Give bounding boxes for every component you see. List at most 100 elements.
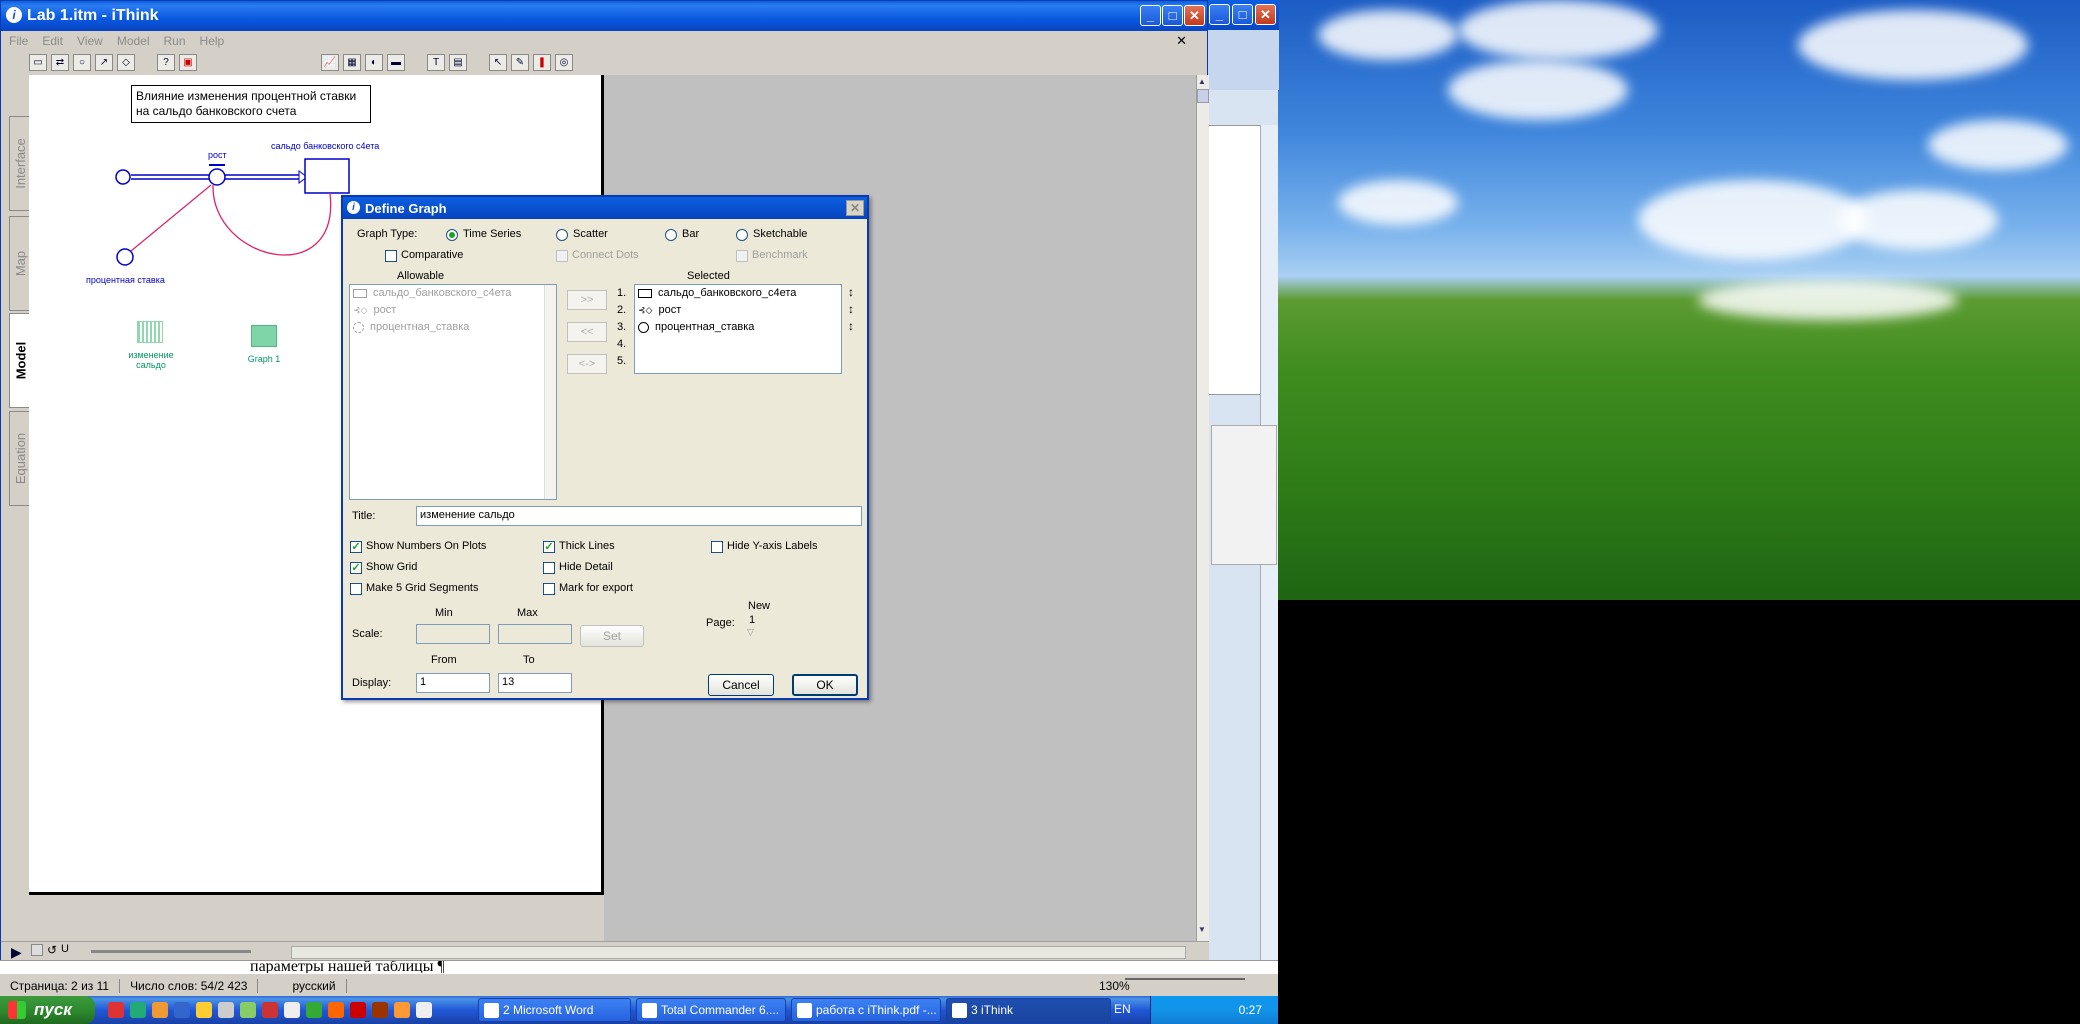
status-language[interactable]: русский [258, 978, 347, 993]
selected-list[interactable]: сальдо_банковского_с4ета ⊰◇ рост процентн… [634, 284, 842, 374]
minimize-icon[interactable]: _ [1209, 4, 1230, 25]
menu-run[interactable]: Run [164, 34, 186, 48]
tab-model[interactable]: Model [9, 313, 31, 408]
radio-time-series[interactable] [446, 229, 458, 241]
list-item[interactable]: процентная_ставка [353, 321, 469, 333]
menu-file[interactable]: File [9, 34, 28, 48]
close-icon[interactable]: ✕ [1184, 5, 1205, 26]
clock[interactable]: 0:27 [1239, 1003, 1262, 1017]
vertical-scrollbar[interactable]: ▲ ▼ [1196, 75, 1209, 941]
quicklaunch-icon[interactable] [416, 1002, 432, 1018]
stock-tool-icon[interactable]: ▭ [29, 53, 47, 71]
radio-scatter[interactable] [556, 229, 568, 241]
u-toggle-icon[interactable]: U [61, 943, 69, 955]
swap-button[interactable]: <-> [567, 354, 607, 374]
move-left-button[interactable]: << [567, 322, 607, 342]
help-tool-icon[interactable]: ? [157, 53, 175, 71]
language-indicator[interactable]: EN [1114, 1002, 1131, 1016]
page-value[interactable]: 1 [749, 614, 755, 626]
hide-detail-checkbox[interactable] [543, 562, 555, 574]
tab-map[interactable]: Map [9, 216, 31, 311]
status-page[interactable]: Страница: 2 из 11 [0, 978, 121, 993]
horizontal-scrollbar[interactable] [291, 946, 1186, 959]
graph-object-icon[interactable] [251, 325, 277, 347]
close-icon[interactable]: ✕ [846, 200, 864, 216]
menu-view[interactable]: View [77, 34, 103, 48]
quicklaunch-icon[interactable] [174, 1002, 190, 1018]
minimize-icon[interactable]: _ [1140, 5, 1161, 26]
display-to-input[interactable]: 13 [498, 673, 572, 693]
allowable-list[interactable]: сальдо_банковского_с4ета ⊰◇ рост процентн… [349, 284, 557, 500]
quicklaunch-icon[interactable] [372, 1002, 388, 1018]
menu-edit[interactable]: Edit [42, 34, 63, 48]
scale-max-input[interactable] [498, 624, 572, 644]
list-item[interactable]: сальдо_банковского_с4ета [638, 287, 796, 299]
task-total-commander[interactable]: Total Commander 6.... [636, 998, 786, 1022]
list-item[interactable]: процентная_ставка [638, 321, 754, 333]
tab-interface[interactable]: Interface [9, 116, 31, 211]
comparative-checkbox[interactable] [385, 250, 397, 262]
set-button[interactable]: Set [580, 625, 644, 647]
stop-tool-icon[interactable]: ▣ [179, 53, 197, 71]
reorder-icon[interactable]: ↕ [848, 302, 854, 316]
quicklaunch-icon[interactable] [130, 1002, 146, 1018]
move-right-button[interactable]: >> [567, 290, 607, 310]
menu-model[interactable]: Model [117, 34, 150, 48]
show-numbers-checkbox[interactable]: ✓ [350, 541, 362, 553]
menu-help[interactable]: Help [200, 34, 225, 48]
dynamite-tool-icon[interactable]: ❚ [533, 53, 551, 71]
quicklaunch-icon[interactable] [262, 1002, 278, 1018]
quicklaunch-icon[interactable] [240, 1002, 256, 1018]
ghost-tool-icon[interactable]: ◎ [555, 53, 573, 71]
task-pdf[interactable]: работа с iThink.pdf -... [791, 998, 941, 1022]
task-word[interactable]: 2 Microsoft Word [478, 998, 631, 1022]
quicklaunch-icon[interactable] [394, 1002, 410, 1018]
close-document-icon[interactable]: ✕ [1176, 33, 1187, 49]
reorder-icon[interactable]: ↕ [848, 285, 854, 299]
task-ithink[interactable]: 3 iThink [946, 998, 1111, 1022]
connect-dots-checkbox[interactable] [556, 250, 568, 262]
quicklaunch-icon[interactable] [218, 1002, 234, 1018]
quicklaunch-icon[interactable] [306, 1002, 322, 1018]
quicklaunch-icon[interactable] [284, 1002, 300, 1018]
play-icon[interactable]: ▶ [11, 944, 22, 961]
table-tool-icon[interactable]: ▦ [343, 53, 361, 71]
scroll-down-icon[interactable]: ▼ [1198, 925, 1208, 935]
graph-tool-icon[interactable]: 📈 [321, 53, 339, 71]
quicklaunch-icon[interactable] [350, 1002, 366, 1018]
show-grid-checkbox[interactable]: ✓ [350, 562, 362, 574]
converter-tool-icon[interactable]: ○ [73, 53, 91, 71]
decision-tool-icon[interactable]: ◇ [117, 53, 135, 71]
pointer-tool-icon[interactable]: ↖ [489, 53, 507, 71]
status-words[interactable]: Число слов: 54/2 423 [120, 978, 259, 993]
sector-tool-icon[interactable]: ◐ [365, 53, 383, 71]
display-from-input[interactable]: 1 [416, 673, 490, 693]
title-input[interactable]: изменение сальдо [416, 506, 862, 526]
tab-equation[interactable]: Equation [9, 411, 31, 506]
quicklaunch-icon[interactable] [328, 1002, 344, 1018]
benchmark-checkbox[interactable] [736, 250, 748, 262]
page-down-icon[interactable]: ▽ [747, 627, 754, 638]
flow-tool-icon[interactable]: ⇄ [51, 53, 69, 71]
paintbrush-tool-icon[interactable]: ✎ [511, 53, 529, 71]
model-text-note[interactable]: Влияние изменения процентной ставки на с… [131, 85, 371, 123]
scroll-thumb[interactable] [1197, 89, 1209, 103]
hide-y-labels-checkbox[interactable] [711, 541, 723, 553]
button-tool-icon[interactable]: ▬ [387, 53, 405, 71]
radio-bar[interactable] [665, 229, 677, 241]
text-tool-icon[interactable]: T [427, 53, 445, 71]
scale-min-input[interactable] [416, 624, 490, 644]
reset-icon[interactable]: ↺ [47, 943, 57, 957]
mark-export-checkbox[interactable] [543, 583, 555, 595]
close-icon[interactable]: ✕ [1255, 4, 1276, 25]
maximize-icon[interactable]: □ [1162, 5, 1183, 26]
radio-sketchable[interactable] [736, 229, 748, 241]
list-item[interactable]: ⊰◇ рост [638, 304, 681, 316]
scroll-up-icon[interactable]: ▲ [1198, 77, 1208, 87]
make5-checkbox[interactable] [350, 583, 362, 595]
quicklaunch-icon[interactable] [196, 1002, 212, 1018]
start-button[interactable]: пуск [0, 996, 95, 1024]
allowable-scrollbar[interactable] [544, 285, 556, 499]
table-object-icon[interactable] [137, 321, 163, 343]
quicklaunch-icon[interactable] [108, 1002, 124, 1018]
